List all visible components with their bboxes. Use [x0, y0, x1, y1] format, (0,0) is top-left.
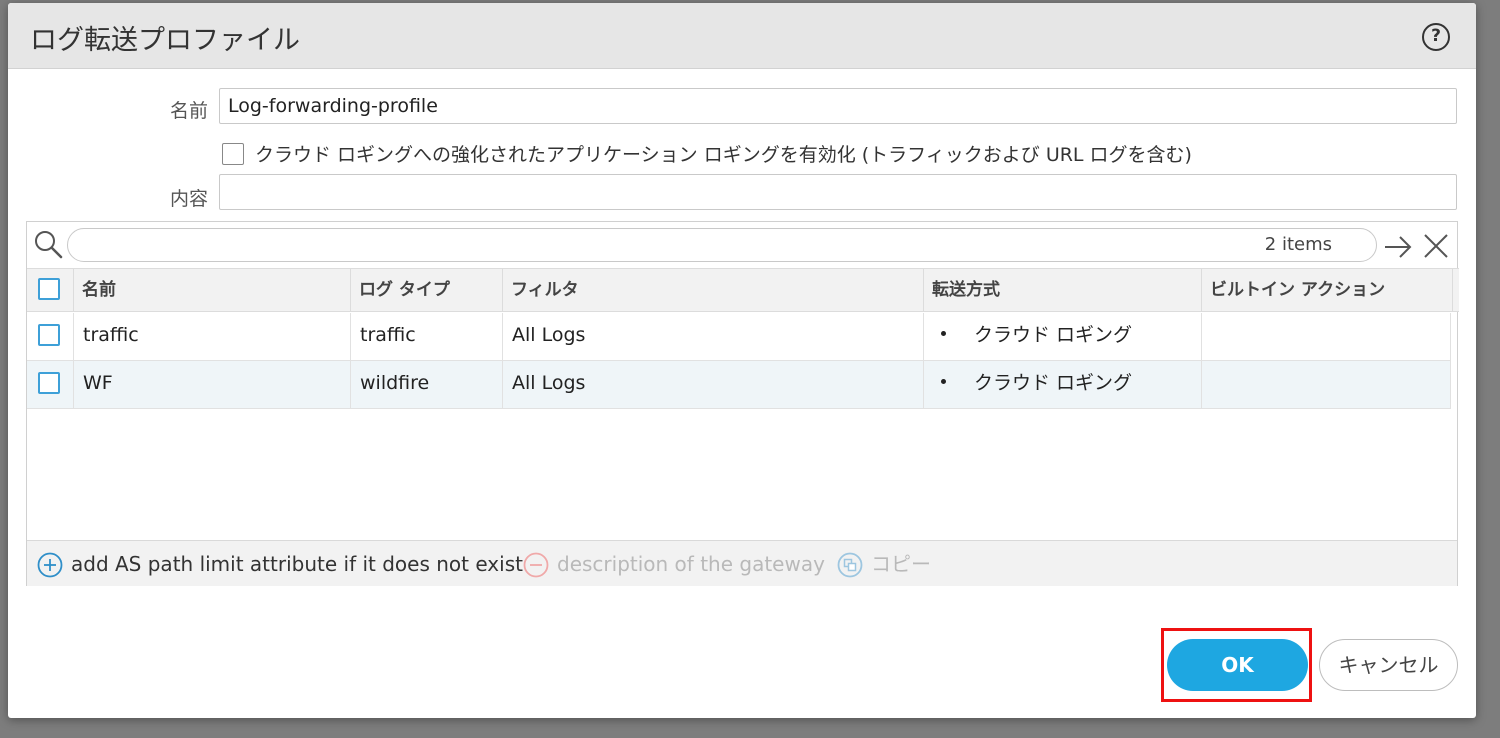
- delete-button-label: description of the gateway: [557, 552, 825, 576]
- enhanced-logging-checkbox[interactable]: [222, 143, 244, 165]
- cell-forward-method: クラウド ロギング: [924, 313, 1202, 360]
- cell-builtin-action: [1202, 313, 1451, 360]
- description-input[interactable]: [219, 174, 1457, 210]
- add-button[interactable]: add AS path limit attribute if it does n…: [37, 541, 523, 587]
- description-label: 内容: [169, 188, 208, 210]
- log-forwarding-profile-dialog: ログ転送プロファイル ? 名前 クラウド ロギングへの強化されたアプリケーション…: [8, 3, 1476, 718]
- column-header-filter[interactable]: フィルタ: [503, 269, 924, 312]
- column-header-builtin-action[interactable]: ビルトイン アクション: [1202, 269, 1453, 312]
- cell-filter: All Logs: [503, 361, 924, 408]
- forward-method-text: クラウド ロギング: [974, 324, 1133, 346]
- row-checkbox[interactable]: [38, 324, 60, 346]
- bullet-icon: [941, 331, 946, 336]
- name-label: 名前: [169, 100, 208, 122]
- help-icon[interactable]: ?: [1422, 23, 1450, 51]
- name-input[interactable]: [219, 88, 1457, 124]
- select-all-checkbox[interactable]: [38, 278, 60, 300]
- copy-button[interactable]: コピー: [837, 541, 947, 587]
- items-count: 2 items: [1264, 234, 1332, 255]
- match-list-panel: 2 items 名前 ログ タイプ フィルタ 転送方式 ビルトイン アクション …: [26, 221, 1459, 586]
- cell-filter: All Logs: [503, 313, 924, 360]
- table-row[interactable]: traffic traffic All Logs クラウド ロギング: [27, 313, 1451, 361]
- column-header-log-type[interactable]: ログ タイプ: [351, 269, 503, 312]
- dialog-title-bar: ログ転送プロファイル ?: [8, 3, 1476, 69]
- delete-button[interactable]: description of the gateway: [523, 541, 825, 587]
- row-select-cell: [27, 313, 74, 360]
- select-all-cell: [27, 269, 74, 312]
- copy-icon: [837, 552, 863, 578]
- cell-builtin-action: [1202, 361, 1451, 408]
- dialog-title: ログ転送プロファイル: [30, 25, 300, 56]
- copy-button-label: コピー: [871, 552, 931, 576]
- cancel-button[interactable]: キャンセル: [1319, 639, 1458, 691]
- plus-circle-icon: [37, 552, 63, 578]
- cell-log-type: traffic: [351, 313, 503, 360]
- clear-filter-icon[interactable]: [1423, 233, 1449, 259]
- column-header-name[interactable]: 名前: [74, 269, 351, 312]
- forward-method-text: クラウド ロギング: [974, 372, 1133, 394]
- ok-button[interactable]: OK: [1167, 639, 1308, 691]
- minus-circle-icon: [523, 552, 549, 578]
- enhanced-logging-label: クラウド ロギングへの強化されたアプリケーション ロギングを有効化 (トラフィッ…: [255, 144, 1192, 166]
- column-header-forward-method[interactable]: 転送方式: [924, 269, 1202, 312]
- cell-name[interactable]: WF: [74, 361, 351, 408]
- table-row[interactable]: WF wildfire All Logs クラウド ロギング: [27, 361, 1451, 409]
- cell-forward-method: クラウド ロギング: [924, 361, 1202, 408]
- cell-name[interactable]: traffic: [74, 313, 351, 360]
- add-button-label: add AS path limit attribute if it does n…: [71, 552, 523, 576]
- table-header: 名前 ログ タイプ フィルタ 転送方式 ビルトイン アクション: [27, 268, 1459, 312]
- grid-toolbar: add AS path limit attribute if it does n…: [27, 540, 1457, 586]
- cell-log-type: wildfire: [351, 361, 503, 408]
- arrow-right-icon[interactable]: [1383, 232, 1413, 262]
- row-select-cell: [27, 361, 74, 408]
- bullet-icon: [941, 379, 946, 384]
- search-input[interactable]: [67, 228, 1377, 262]
- row-checkbox[interactable]: [38, 372, 60, 394]
- search-icon[interactable]: [33, 229, 63, 259]
